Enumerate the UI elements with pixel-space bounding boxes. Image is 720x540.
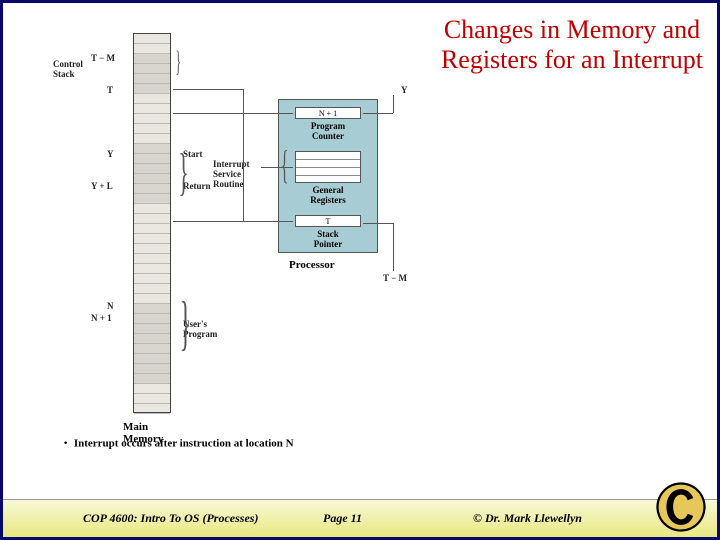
general-registers	[295, 151, 361, 183]
arrow-line	[173, 113, 293, 114]
arrow-line	[363, 113, 393, 114]
label-y: Y	[107, 149, 114, 159]
gen-label: General Registers	[295, 185, 361, 205]
stack-pointer: T	[295, 215, 361, 227]
label-control-stack: Control Stack	[53, 59, 83, 79]
label-y-l: Y + L	[91, 181, 113, 191]
brace-icon: }	[178, 143, 188, 202]
brace-icon: }	[180, 289, 192, 358]
bullet-icon: ·	[63, 435, 68, 452]
ucf-logo-icon	[653, 479, 709, 535]
arrow-line	[363, 223, 393, 224]
label-isr: Interrupt Service Routine	[213, 159, 250, 189]
program-counter: N + 1	[295, 107, 361, 119]
slide-title: Changes in Memory and Registers for an I…	[437, 15, 707, 75]
footer-page: Page 11	[323, 511, 362, 526]
label-t-m: T − M	[91, 53, 115, 63]
arrow-line	[173, 89, 243, 90]
footer-course: COP 4600: Intro To OS (Processes)	[83, 511, 258, 526]
main-memory	[133, 33, 171, 413]
label-t: T	[107, 85, 113, 95]
label-n1: N + 1	[91, 313, 112, 323]
slide: Changes in Memory and Registers for an I…	[0, 0, 720, 540]
sp-label: Stack Pointer	[295, 229, 361, 249]
brace-icon: }	[175, 45, 181, 79]
footer: COP 4600: Intro To OS (Processes) Page 1…	[3, 499, 717, 537]
pc-label: Program Counter	[295, 121, 361, 141]
arrow-line	[243, 89, 244, 221]
arrow-line	[393, 223, 394, 271]
label-proc-y: Y	[401, 85, 408, 95]
label-n: N	[107, 301, 114, 311]
processor-title: Processor	[289, 259, 335, 271]
arrow-line	[393, 95, 394, 113]
arrow-line	[173, 221, 293, 222]
diagram: T − M T Y Y + L N N + 1 Control Stack St…	[43, 23, 443, 473]
brace-icon: {	[281, 141, 289, 188]
caption: · Interrupt occurs after instruction at …	[63, 435, 294, 453]
footer-copyright: © Dr. Mark Llewellyn	[473, 511, 582, 526]
label-proc-tm: T − M	[383, 273, 407, 283]
